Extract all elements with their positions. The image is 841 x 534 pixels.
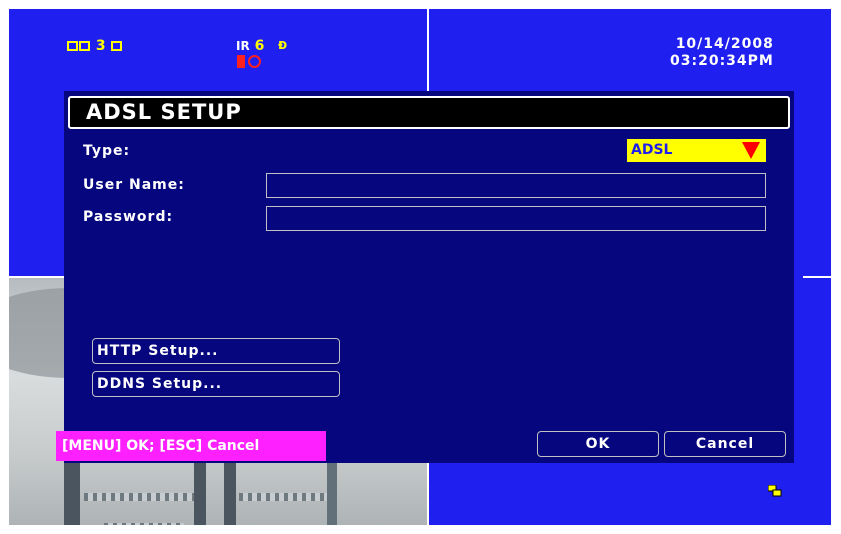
cancel-button[interactable]: Cancel <box>664 431 786 457</box>
camera-channel-icon <box>110 41 122 51</box>
password-label: Password: <box>83 209 174 225</box>
password-field[interactable] <box>266 206 766 231</box>
username-field[interactable] <box>266 173 766 198</box>
dropdown-arrow-icon[interactable] <box>742 142 760 159</box>
adsl-setup-dialog: ADSL SETUP Type: ADSL User Name: Passwor… <box>64 91 794 463</box>
ir-indicator: IR 6 <box>236 38 264 54</box>
camera-channel-icon <box>67 41 78 51</box>
dialog-title: ADSL SETUP <box>68 96 790 129</box>
type-value: ADSL <box>631 142 673 158</box>
motion-alarm-icon: ᴆ <box>278 37 288 53</box>
record-icon <box>237 55 245 68</box>
time-text: 03:20:34PM <box>670 53 774 69</box>
ir-value: 6 <box>254 38 265 54</box>
camera-channel-indicator: 3 <box>67 38 123 54</box>
ir-label: IR <box>236 39 250 53</box>
ok-button[interactable]: OK <box>537 431 659 457</box>
username-label: User Name: <box>83 177 185 193</box>
quad-divider-horizontal-right <box>803 276 831 278</box>
type-label: Type: <box>83 143 131 159</box>
datetime-display: 10/14/2008 03:20:34PM <box>670 36 774 70</box>
camera-number: 3 <box>95 38 106 54</box>
network-icon <box>768 485 782 497</box>
ddns-setup-button[interactable]: DDNS Setup... <box>92 371 340 397</box>
http-setup-button[interactable]: HTTP Setup... <box>92 338 340 364</box>
keyboard-hint: [MENU] OK; [ESC] Cancel <box>56 431 326 461</box>
type-dropdown[interactable]: ADSL <box>627 139 766 162</box>
cancel-label: Cancel <box>695 436 755 452</box>
timer-icon <box>248 55 261 68</box>
http-setup-label: HTTP Setup... <box>97 343 219 359</box>
date-text: 10/14/2008 <box>675 36 774 52</box>
ok-label: OK <box>585 436 611 452</box>
ddns-setup-label: DDNS Setup... <box>97 376 223 392</box>
camera-channel-icon <box>79 41 90 51</box>
